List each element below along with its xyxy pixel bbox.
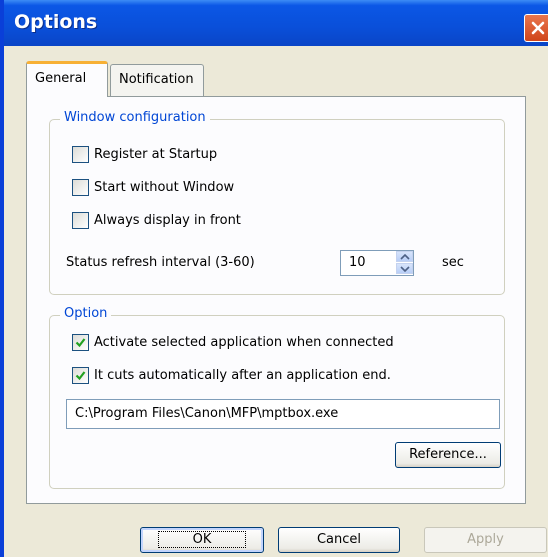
checkbox-box[interactable] bbox=[72, 366, 89, 384]
refresh-unit-label: sec bbox=[442, 255, 464, 270]
spin-up-button[interactable] bbox=[396, 251, 413, 262]
auto-cut-after-app-end-checkbox[interactable]: It cuts automatically after an applicati… bbox=[72, 365, 391, 385]
window-configuration-group: Window configuration Register at Startup… bbox=[49, 110, 505, 295]
option-legend: Option bbox=[60, 306, 112, 321]
checkbox-label: Register at Startup bbox=[94, 146, 218, 162]
activate-selected-app-checkbox[interactable]: Activate selected application when conne… bbox=[72, 332, 394, 352]
checkbox-label: Always display in front bbox=[94, 212, 241, 228]
arrow-down-icon bbox=[400, 266, 410, 272]
options-dialog: Options General Notification Window conf… bbox=[0, 0, 548, 557]
checkbox-label: Activate selected application when conne… bbox=[94, 334, 394, 350]
checkbox-box[interactable] bbox=[72, 178, 89, 196]
tab-notification[interactable]: Notification bbox=[110, 64, 204, 96]
always-display-in-front-checkbox[interactable]: Always display in front bbox=[72, 210, 241, 230]
arrow-up-icon bbox=[400, 254, 410, 260]
window-title: Options bbox=[14, 11, 98, 33]
option-group: Option Activate selected application whe… bbox=[49, 306, 505, 489]
apply-button[interactable]: Apply bbox=[424, 527, 547, 553]
spin-down-button[interactable] bbox=[396, 263, 413, 274]
reference-button[interactable]: Reference... bbox=[395, 442, 501, 468]
tab-general[interactable]: General bbox=[26, 61, 108, 97]
checkmark-icon bbox=[75, 337, 86, 347]
ok-button-label: OK bbox=[157, 531, 247, 548]
application-path-field[interactable]: C:\Program Files\Canon\MFP\mptbox.exe bbox=[66, 399, 500, 429]
checkmark-icon bbox=[75, 370, 86, 380]
start-without-window-checkbox[interactable]: Start without Window bbox=[72, 177, 234, 197]
refresh-interval-value[interactable]: 10 bbox=[349, 255, 366, 270]
close-button[interactable] bbox=[524, 14, 548, 42]
general-tab-panel: Window configuration Register at Startup… bbox=[26, 96, 526, 504]
ok-button[interactable]: OK bbox=[140, 527, 264, 553]
cancel-button[interactable]: Cancel bbox=[278, 527, 400, 553]
refresh-interval-spinner[interactable]: 10 bbox=[340, 250, 414, 276]
checkbox-box[interactable] bbox=[72, 333, 89, 351]
title-bar[interactable]: Options bbox=[4, 0, 548, 46]
window-configuration-legend: Window configuration bbox=[60, 110, 210, 125]
checkbox-box[interactable] bbox=[72, 211, 89, 229]
checkbox-box[interactable] bbox=[72, 145, 89, 163]
checkbox-label: It cuts automatically after an applicati… bbox=[94, 367, 391, 383]
close-icon bbox=[531, 21, 545, 35]
register-at-startup-checkbox[interactable]: Register at Startup bbox=[72, 144, 217, 164]
refresh-interval-label: Status refresh interval (3-60) bbox=[66, 255, 255, 270]
checkbox-label: Start without Window bbox=[94, 179, 235, 195]
